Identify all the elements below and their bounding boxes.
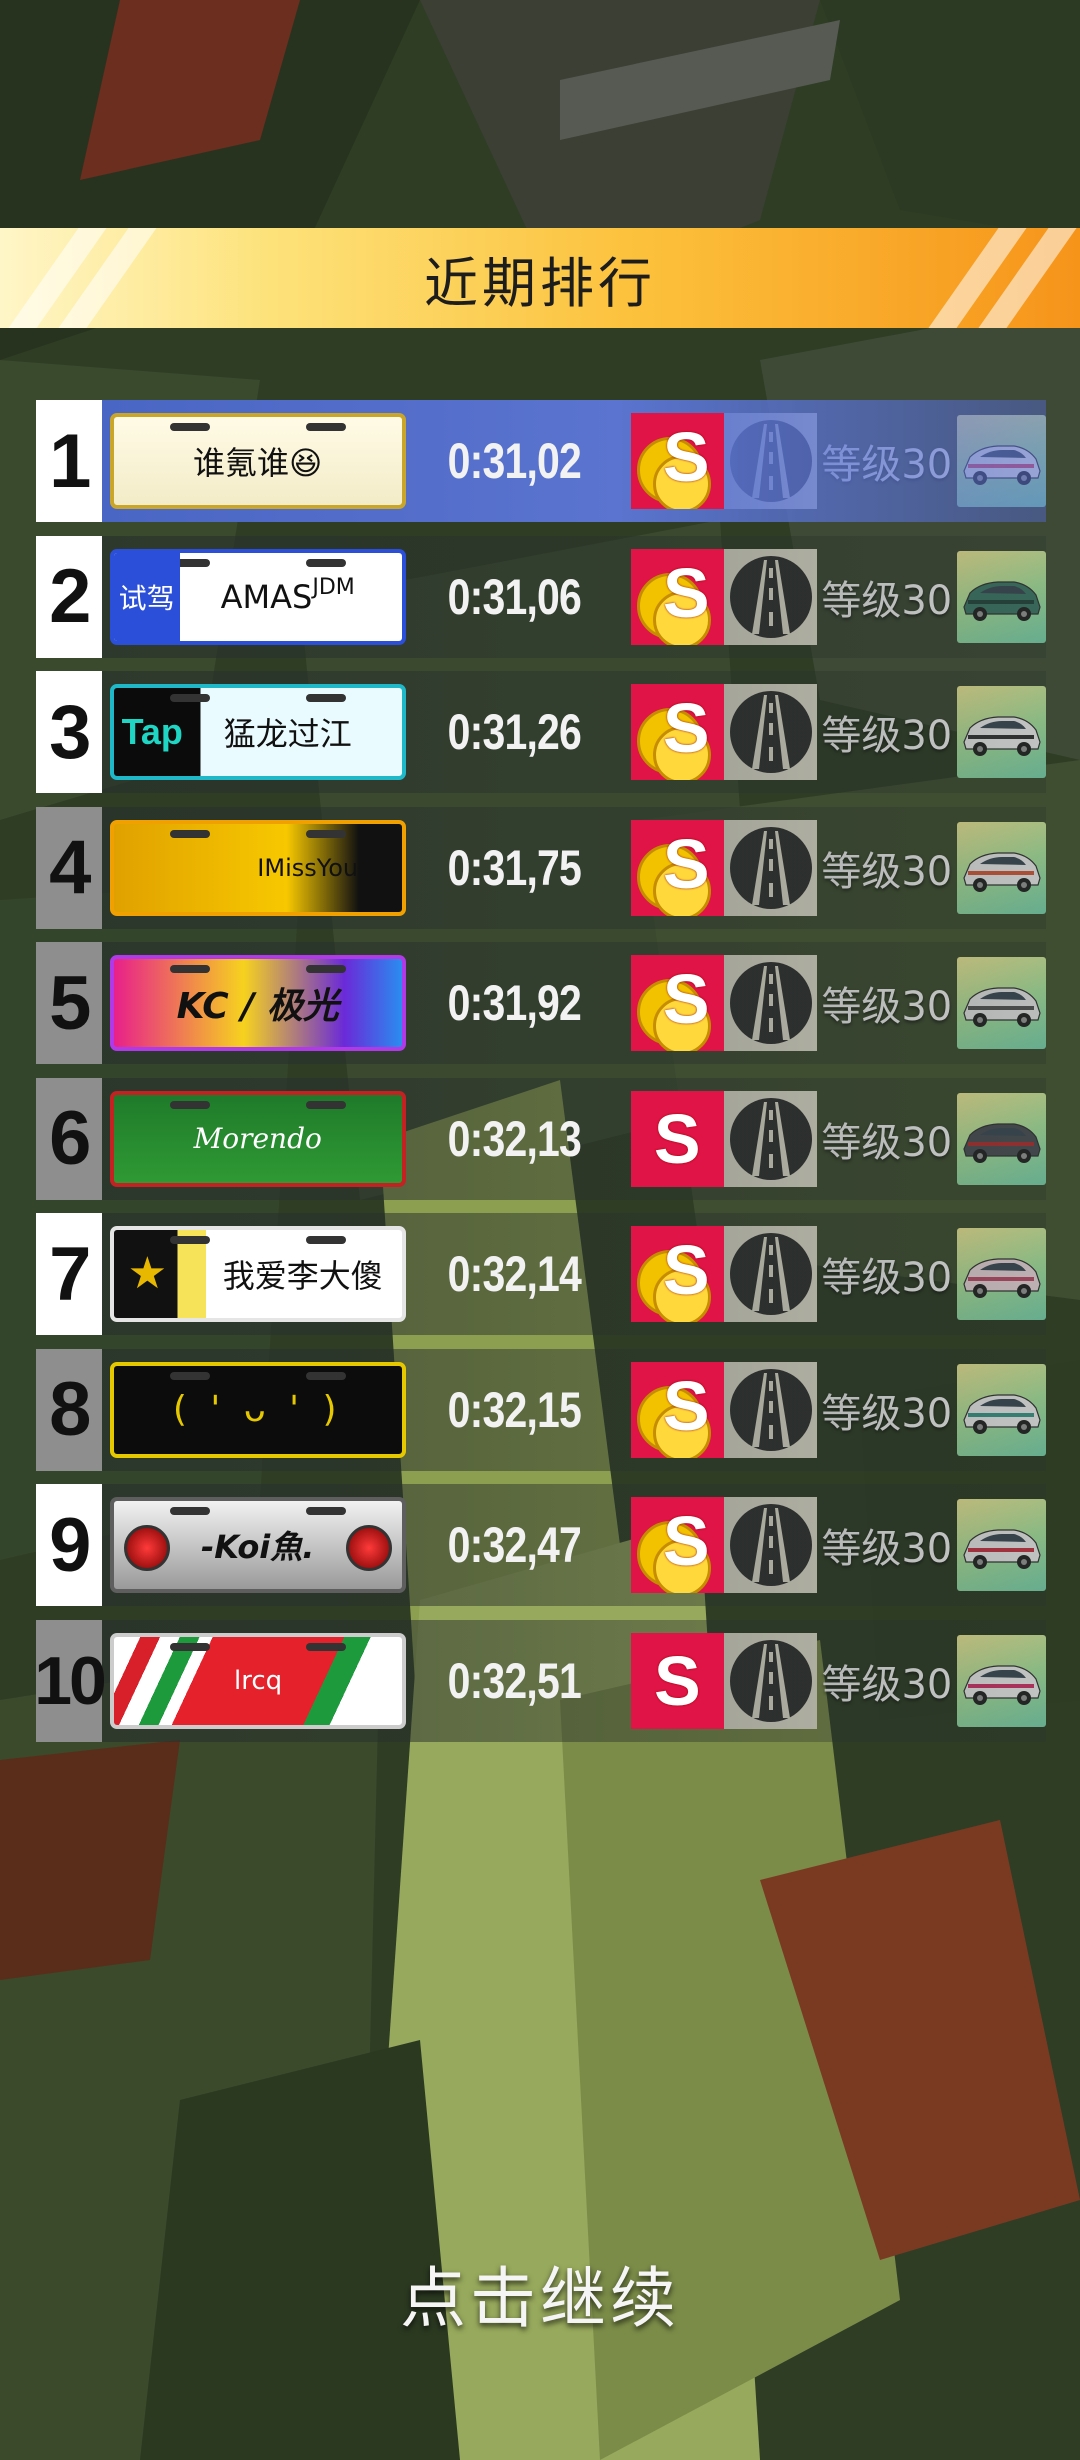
license-plate[interactable]: lrcq	[110, 1632, 407, 1729]
leaderboard-row[interactable]: 2试驾AMASJDM0:31,06S等级30	[36, 535, 1046, 658]
plate-bolt-icon	[305, 558, 346, 567]
plate-bolt-icon	[169, 423, 210, 431]
license-plate[interactable]: 谁氪谁😆	[109, 413, 406, 509]
rank-number: 10	[34, 1619, 107, 1742]
lap-time: 0:31,26	[447, 704, 581, 760]
star-shield-icon: ★	[127, 1248, 168, 1299]
plate-prefix: Tap	[121, 711, 183, 752]
rank-number: 5	[36, 942, 102, 1064]
plate-bolt-icon	[305, 1507, 346, 1515]
plate-bolt-icon	[169, 1507, 210, 1515]
s-letter-icon: S	[654, 1641, 701, 1720]
license-plate[interactable]: ( ' ᴗ ' )	[109, 1361, 406, 1458]
plate-bolt-icon	[169, 965, 210, 973]
s-rank-badge-icon: S	[630, 684, 724, 780]
s-letter-icon: S	[662, 689, 710, 767]
leaderboard-row[interactable]: 9-Koi魚.0:32,47S等级30	[36, 1484, 1046, 1606]
s-letter-icon: S	[653, 1099, 701, 1178]
rank-number: 6	[36, 1077, 102, 1200]
plate-suffix: JDM	[312, 575, 355, 600]
leaderboard-row[interactable]: 1谁氪谁😆0:31,02S等级30	[36, 400, 1046, 522]
plate-prefix: 试驾	[113, 552, 180, 641]
s-rank-badge-icon: S	[630, 955, 724, 1051]
leaderboard-row[interactable]: 7我爱李大傻★0:32,14S等级30	[36, 1213, 1046, 1335]
s-letter-icon: S	[662, 418, 710, 496]
s-letter-icon: S	[662, 824, 710, 903]
lap-time: 0:31,92	[447, 975, 581, 1031]
page-title: 近期排行	[424, 251, 656, 315]
plate-text: 猛龙过江	[223, 715, 352, 753]
plate-bolt-icon	[169, 1100, 210, 1109]
plate-text: KC / 极光	[176, 986, 339, 1027]
leaderboard-row[interactable]: 8( ' ᴗ ' )0:32,15S等级30	[36, 1348, 1046, 1471]
plate-bolt-icon	[170, 1642, 210, 1651]
plate-bolt-icon	[306, 1642, 347, 1651]
rank-number: 1	[36, 400, 102, 522]
s-rank-badge-icon: S	[630, 1361, 724, 1458]
lap-time: 0:32,15	[447, 1381, 581, 1438]
leaderboard-row[interactable]: 10lrcq0:32,51S等级30	[34, 1619, 1047, 1742]
plate-bolt-icon	[305, 1100, 346, 1109]
s-rank-badge-icon: S	[630, 1497, 724, 1593]
plate-bolt-icon	[305, 829, 346, 838]
plate-bolt-icon	[169, 1371, 210, 1380]
leaderboard-row[interactable]: 4IMissYou0:31,75S等级30	[36, 806, 1046, 929]
rank-number: 7	[36, 1213, 102, 1335]
s-rank-badge-icon: S	[630, 1226, 724, 1322]
leaderboard-row[interactable]: 6Morendo0:32,13S等级30	[36, 1077, 1046, 1200]
rank-number: 3	[36, 671, 102, 793]
plate-bolt-icon	[169, 829, 210, 838]
lap-time: 0:31,06	[447, 568, 581, 625]
license-plate[interactable]: KC / 极光	[109, 955, 406, 1051]
s-rank-badge-icon: S	[630, 1632, 725, 1729]
plate-bolt-icon	[305, 1371, 346, 1380]
tail-light-icon	[123, 1525, 170, 1571]
s-letter-icon: S	[662, 1366, 710, 1445]
recent-ranking-banner: 近期排行	[0, 228, 1080, 328]
plate-text: 我爱李大傻	[222, 1257, 383, 1295]
lap-time: 0:32,14	[447, 1246, 581, 1302]
s-letter-icon: S	[662, 960, 710, 1038]
lap-time: 0:31,75	[447, 839, 581, 896]
plate-bolt-icon	[169, 1236, 210, 1244]
s-rank-badge-icon: S	[630, 548, 724, 645]
lap-time: 0:32,13	[447, 1110, 581, 1167]
lap-time: 0:31,02	[447, 433, 581, 489]
s-rank-badge-icon: S	[630, 413, 724, 509]
s-letter-icon: S	[662, 1502, 710, 1580]
s-rank-badge-icon: S	[630, 1090, 724, 1187]
plate-bolt-icon	[305, 965, 346, 973]
leaderboard-row[interactable]: 3Tap猛龙过江0:31,26S等级30	[36, 671, 1046, 793]
plate-bolt-icon	[305, 694, 346, 702]
plate-bolt-icon	[169, 694, 210, 702]
plate-text: IMissYou	[257, 853, 359, 882]
rank-number: 4	[36, 806, 102, 929]
rank-number: 9	[36, 1484, 102, 1606]
s-letter-icon: S	[662, 553, 710, 632]
plate-text: Morendo	[193, 1122, 322, 1155]
license-plate[interactable]: Tap 猛龙过江	[109, 684, 406, 780]
plate-text: lrcq	[233, 1665, 283, 1696]
plate-text: 谁氪谁😆	[193, 444, 323, 482]
plate-text: -Koi魚.	[200, 1528, 315, 1566]
plate-bolt-icon	[305, 423, 346, 431]
lap-time: 0:32,47	[447, 1517, 581, 1573]
tap-to-continue-button[interactable]: 点击继续	[0, 2245, 1080, 2341]
s-rank-badge-icon: S	[630, 819, 724, 916]
plate-bolt-icon	[305, 1236, 346, 1244]
plate-text: ( ' ᴗ ' )	[172, 1389, 343, 1430]
leaderboard-list[interactable]: 1谁氪谁😆0:31,02S等级302试驾AMASJDM0:31,06S等级303…	[34, 400, 1047, 1755]
license-plate[interactable]: -Koi魚.	[109, 1497, 406, 1593]
license-plate[interactable]: 我爱李大傻 ★	[109, 1226, 406, 1322]
rank-number: 8	[36, 1348, 102, 1471]
leaderboard-row[interactable]: 5KC / 极光0:31,92S等级30	[36, 942, 1046, 1064]
s-letter-icon: S	[662, 1231, 710, 1309]
license-plate[interactable]: 试驾 AMAS JDM	[109, 548, 406, 645]
rank-number: 2	[36, 535, 102, 658]
lap-time: 0:32,51	[447, 1652, 582, 1709]
license-plate[interactable]: IMissYou	[109, 819, 406, 916]
plate-text: AMAS	[220, 577, 313, 616]
tail-light-icon	[345, 1525, 392, 1571]
license-plate[interactable]: Morendo	[109, 1090, 406, 1187]
